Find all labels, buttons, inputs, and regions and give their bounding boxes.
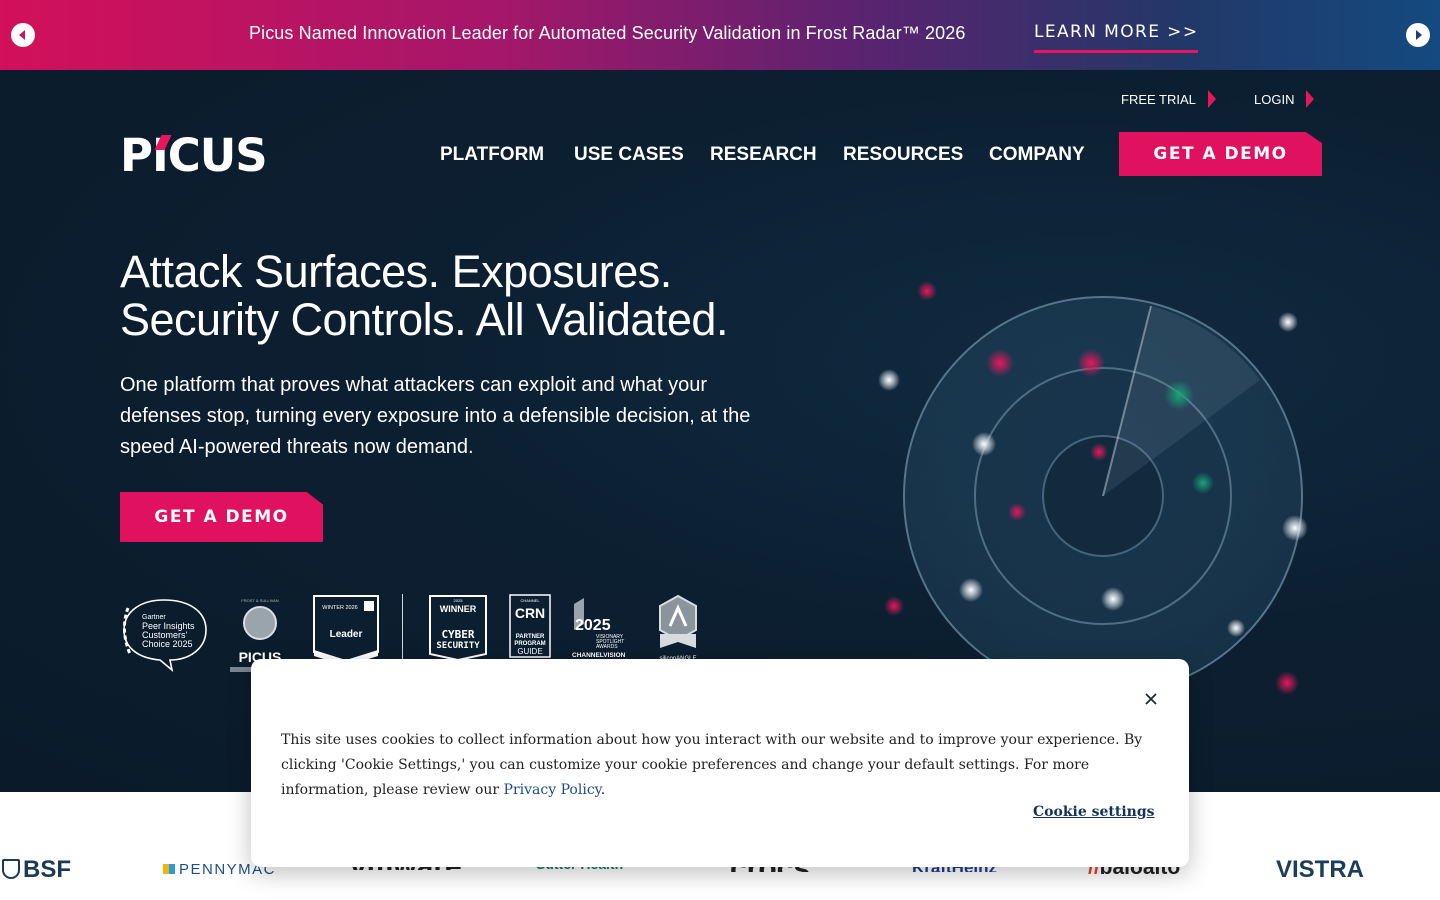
headline-line-2: Security Controls. All Validated. bbox=[120, 294, 728, 345]
svg-text:Choice 2025: Choice 2025 bbox=[142, 639, 193, 649]
svg-text:WINTER 2026: WINTER 2026 bbox=[322, 605, 357, 611]
svg-text:FROST & SULLIVAN: FROST & SULLIVAN bbox=[241, 598, 279, 603]
crn-partner-badge: CHANNEL CRN PARTNER PROGRAM GUIDE bbox=[509, 594, 551, 658]
login-label: LOGIN bbox=[1254, 91, 1295, 107]
announcement-bar: Picus Named Innovation Leader for Automa… bbox=[0, 0, 1440, 70]
client-logo-vistra: VISTRA bbox=[1276, 856, 1365, 883]
blip bbox=[884, 596, 904, 616]
blip bbox=[1101, 587, 1125, 611]
header-get-demo-button[interactable]: GET A DEMO bbox=[1119, 132, 1322, 176]
nav-company[interactable]: COMPANY bbox=[989, 144, 1085, 166]
blip bbox=[972, 432, 996, 456]
flag-icon bbox=[163, 864, 175, 874]
svg-text:WINNER: WINNER bbox=[440, 604, 477, 614]
blip bbox=[917, 281, 937, 301]
previous-arrow-icon[interactable] bbox=[11, 23, 35, 47]
client-logo-bsf: BSF bbox=[2, 856, 71, 884]
hero-headline: Attack Surfaces. Exposures. Security Con… bbox=[120, 248, 728, 344]
hero-get-demo-button[interactable]: GET A DEMO bbox=[120, 492, 323, 542]
blip bbox=[986, 349, 1014, 377]
blip bbox=[878, 369, 900, 391]
svg-text:CYBER: CYBER bbox=[441, 628, 474, 641]
svg-text:CHANNELVISION: CHANNELVISION bbox=[572, 652, 626, 659]
cyber-security-award-badge: 2025 WINNER CYBER SECURITY bbox=[429, 595, 487, 660]
svg-text:Leader: Leader bbox=[330, 629, 363, 640]
svg-text:CRN: CRN bbox=[515, 605, 545, 621]
svg-text:Gartner: Gartner bbox=[142, 614, 166, 621]
cookie-settings-link[interactable]: Cookie settings bbox=[1033, 804, 1155, 820]
next-arrow-icon[interactable] bbox=[1406, 23, 1430, 47]
svg-text:PARTNER: PARTNER bbox=[516, 634, 545, 640]
cookie-message: This site uses cookies to collect inform… bbox=[281, 728, 1161, 803]
blip bbox=[1164, 380, 1194, 410]
hero-subtext: One platform that proves what attackers … bbox=[120, 374, 751, 458]
picus-logo[interactable]: PICUS bbox=[120, 133, 268, 178]
free-trial-label: FREE TRIAL bbox=[1121, 91, 1196, 107]
svg-text:2025: 2025 bbox=[575, 617, 611, 634]
announcement-text: Picus Named Innovation Leader for Automa… bbox=[249, 23, 966, 43]
svg-text:GUIDE: GUIDE bbox=[517, 647, 542, 656]
cookie-banner: This site uses cookies to collect inform… bbox=[251, 659, 1189, 867]
nav-platform[interactable]: PLATFORM bbox=[440, 144, 544, 166]
channelvision-award-badge: 2025 VISIONARY SPOTLIGHT AWARDS CHANNELV… bbox=[572, 598, 626, 659]
svg-text:AWARDS: AWARDS bbox=[596, 644, 618, 650]
nav-research[interactable]: RESEARCH bbox=[710, 144, 817, 166]
cookie-message-text: This site uses cookies to collect inform… bbox=[281, 732, 1143, 798]
badge-divider bbox=[402, 594, 403, 662]
logo-text: PICUS bbox=[120, 129, 268, 182]
blip bbox=[1275, 671, 1299, 695]
blip bbox=[1227, 619, 1245, 637]
blip bbox=[1077, 349, 1105, 377]
blip bbox=[1192, 472, 1214, 494]
svg-text:2025: 2025 bbox=[454, 598, 464, 603]
shield-icon bbox=[2, 859, 20, 879]
blip bbox=[959, 578, 983, 602]
svg-text:SECURITY: SECURITY bbox=[436, 641, 480, 651]
blip bbox=[1008, 503, 1026, 521]
headline-line-1: Attack Surfaces. Exposures. bbox=[120, 246, 672, 297]
privacy-policy-link[interactable]: Privacy Policy bbox=[504, 782, 601, 798]
siliconangle-badge: siliconANGLE bbox=[659, 594, 697, 662]
cookie-message-end: . bbox=[600, 782, 606, 798]
nav-resources[interactable]: RESOURCES bbox=[843, 144, 963, 166]
g2-leader-badge: WINTER 2026 Leader bbox=[313, 595, 379, 662]
blip bbox=[1282, 515, 1308, 541]
blip bbox=[1278, 312, 1298, 332]
radar-graphic bbox=[878, 281, 1308, 696]
close-icon[interactable] bbox=[1143, 691, 1159, 707]
login-link[interactable]: LOGIN bbox=[1254, 90, 1315, 108]
learn-more-link[interactable]: LEARN MORE >> bbox=[1034, 22, 1199, 53]
gartner-badge: Gartner Peer Insights Customers' Choice … bbox=[123, 599, 207, 672]
caret-right-icon bbox=[1306, 90, 1315, 108]
caret-right-icon bbox=[1207, 90, 1216, 108]
nav-use-cases[interactable]: USE CASES bbox=[574, 144, 684, 166]
svg-text:CHANNEL: CHANNEL bbox=[520, 598, 540, 603]
free-trial-link[interactable]: FREE TRIAL bbox=[1121, 90, 1216, 108]
blip bbox=[1090, 443, 1108, 461]
